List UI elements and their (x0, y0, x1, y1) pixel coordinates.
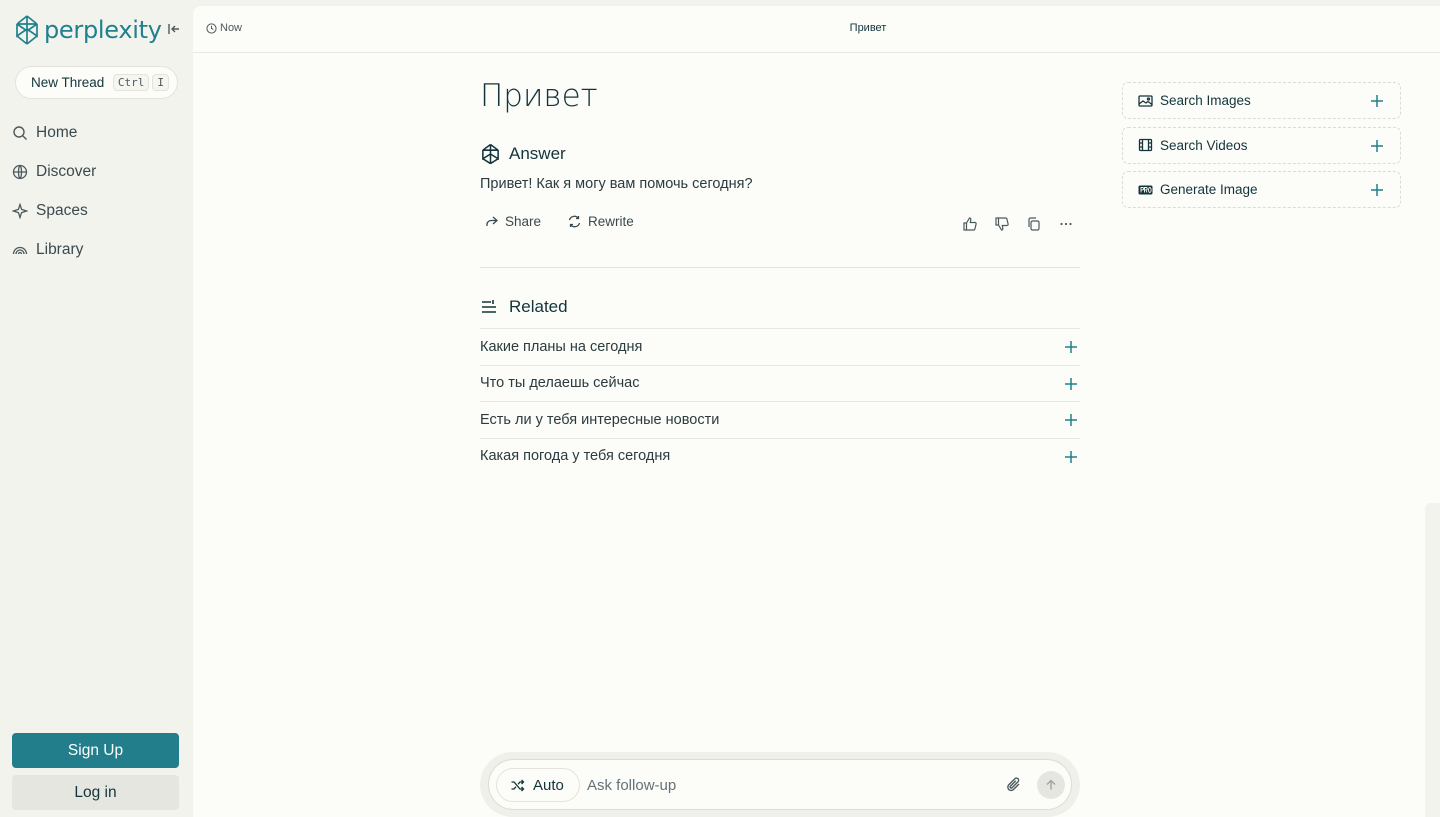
perplexity-answer-icon (480, 143, 501, 165)
generate-image-button[interactable]: Generate Image (1122, 171, 1401, 208)
sidebar-item-library[interactable]: Library (12, 230, 182, 269)
share-label: Share (505, 214, 542, 229)
submit-button[interactable] (1037, 771, 1065, 799)
main-panel: Now Привет Привет Answer Привет! Как я м… (193, 6, 1440, 817)
globe-icon (12, 164, 28, 180)
logo[interactable]: perplexity (14, 14, 186, 46)
sidebar-nav: Home Discover Spaces Library (12, 113, 182, 269)
follow-up-bar: Auto (480, 752, 1080, 817)
logo-text: perplexity (44, 16, 162, 44)
image-icon (1138, 94, 1153, 108)
plus-icon (1064, 340, 1078, 354)
related-item-text: Есть ли у тебя интересные новости (480, 411, 720, 428)
mode-auto-button[interactable]: Auto (496, 768, 580, 802)
plus-icon (1370, 139, 1384, 153)
kbd-ctrl: Ctrl (112, 74, 150, 91)
related-item-text: Какие планы на сегодня (480, 338, 643, 355)
rewrite-button[interactable]: Rewrite (567, 214, 634, 229)
search-icon (12, 125, 28, 141)
related-list: Какие планы на сегодня Что ты делаешь се… (480, 328, 1080, 474)
arrow-up-icon (1046, 779, 1056, 790)
thumbs-up-icon[interactable] (962, 216, 978, 232)
media-actions: Search Images Search Videos Generate Ima… (1122, 82, 1401, 216)
sidebar-item-discover[interactable]: Discover (12, 152, 182, 191)
shuffle-icon (510, 778, 525, 793)
sidebar-item-label: Home (36, 123, 78, 141)
paperclip-icon[interactable] (1004, 775, 1024, 795)
related-item-text: Что ты делаешь сейчас (480, 375, 640, 392)
plus-icon (1370, 183, 1384, 197)
library-icon (12, 242, 28, 258)
plus-icon (1370, 94, 1384, 108)
answer-heading: Answer (480, 143, 566, 165)
related-item[interactable]: Какие планы на сегодня (480, 328, 1080, 365)
follow-up-input[interactable] (587, 772, 987, 798)
search-videos-label: Search Videos (1160, 137, 1248, 153)
search-images-label: Search Images (1160, 93, 1251, 108)
related-heading-text: Related (509, 297, 568, 316)
kbd-i: I (152, 74, 169, 91)
answer-actions: Share Rewrite (480, 214, 1080, 234)
related-heading: Related (480, 297, 568, 317)
search-videos-button[interactable]: Search Videos (1122, 126, 1401, 164)
query-title: Привет (480, 78, 598, 114)
log-in-button[interactable]: Log in (12, 775, 179, 810)
related-list-icon (480, 298, 498, 316)
sparkle-icon (12, 202, 28, 219)
sidebar-item-home[interactable]: Home (12, 113, 182, 152)
plus-icon (1064, 377, 1078, 391)
rewrite-label: Rewrite (588, 214, 634, 229)
section-divider (480, 267, 1080, 268)
sidebar-item-label: Library (36, 240, 84, 258)
plus-icon (1064, 450, 1078, 464)
related-item[interactable]: Какая погода у тебя сегодня (480, 437, 1080, 475)
mode-label: Auto (533, 776, 564, 794)
follow-up-box: Auto (488, 759, 1072, 810)
new-thread-label: New Thread (31, 75, 105, 90)
answer-text: Привет! Как я могу вам помочь сегодня? (480, 176, 753, 192)
thread-title: Привет (849, 22, 887, 34)
scrollbar[interactable] (1425, 503, 1440, 817)
share-button[interactable]: Share (484, 214, 541, 229)
more-icon[interactable] (1058, 216, 1074, 232)
share-icon (484, 214, 499, 229)
plus-icon (1064, 413, 1078, 427)
new-thread-button[interactable]: New Thread Ctrl I (15, 66, 178, 99)
thread-header: Now Привет (193, 6, 1440, 53)
answer-heading-text: Answer (509, 144, 566, 163)
search-images-button[interactable]: Search Images (1122, 82, 1401, 119)
sidebar-item-spaces[interactable]: Spaces (12, 191, 182, 230)
rewrite-icon (567, 214, 582, 229)
film-icon (1138, 138, 1153, 152)
copy-icon[interactable] (1026, 216, 1042, 232)
related-item-text: Какая погода у тебя сегодня (480, 448, 671, 465)
sidebar-item-label: Spaces (36, 201, 88, 219)
generate-image-label: Generate Image (1160, 182, 1258, 197)
shortcut-hint: Ctrl I (112, 74, 169, 91)
sign-up-button[interactable]: Sign Up (12, 733, 179, 768)
perplexity-logo-icon (14, 15, 40, 45)
collapse-sidebar-icon[interactable] (165, 20, 183, 38)
related-item[interactable]: Что ты делаешь сейчас (480, 364, 1080, 402)
sidebar: perplexity New Thread Ctrl I Home Discov… (0, 0, 192, 817)
related-item[interactable]: Есть ли у тебя интересные новости (480, 401, 1080, 438)
pro-badge-icon (1138, 183, 1153, 197)
thumbs-down-icon[interactable] (994, 216, 1010, 232)
sidebar-item-label: Discover (36, 162, 97, 180)
